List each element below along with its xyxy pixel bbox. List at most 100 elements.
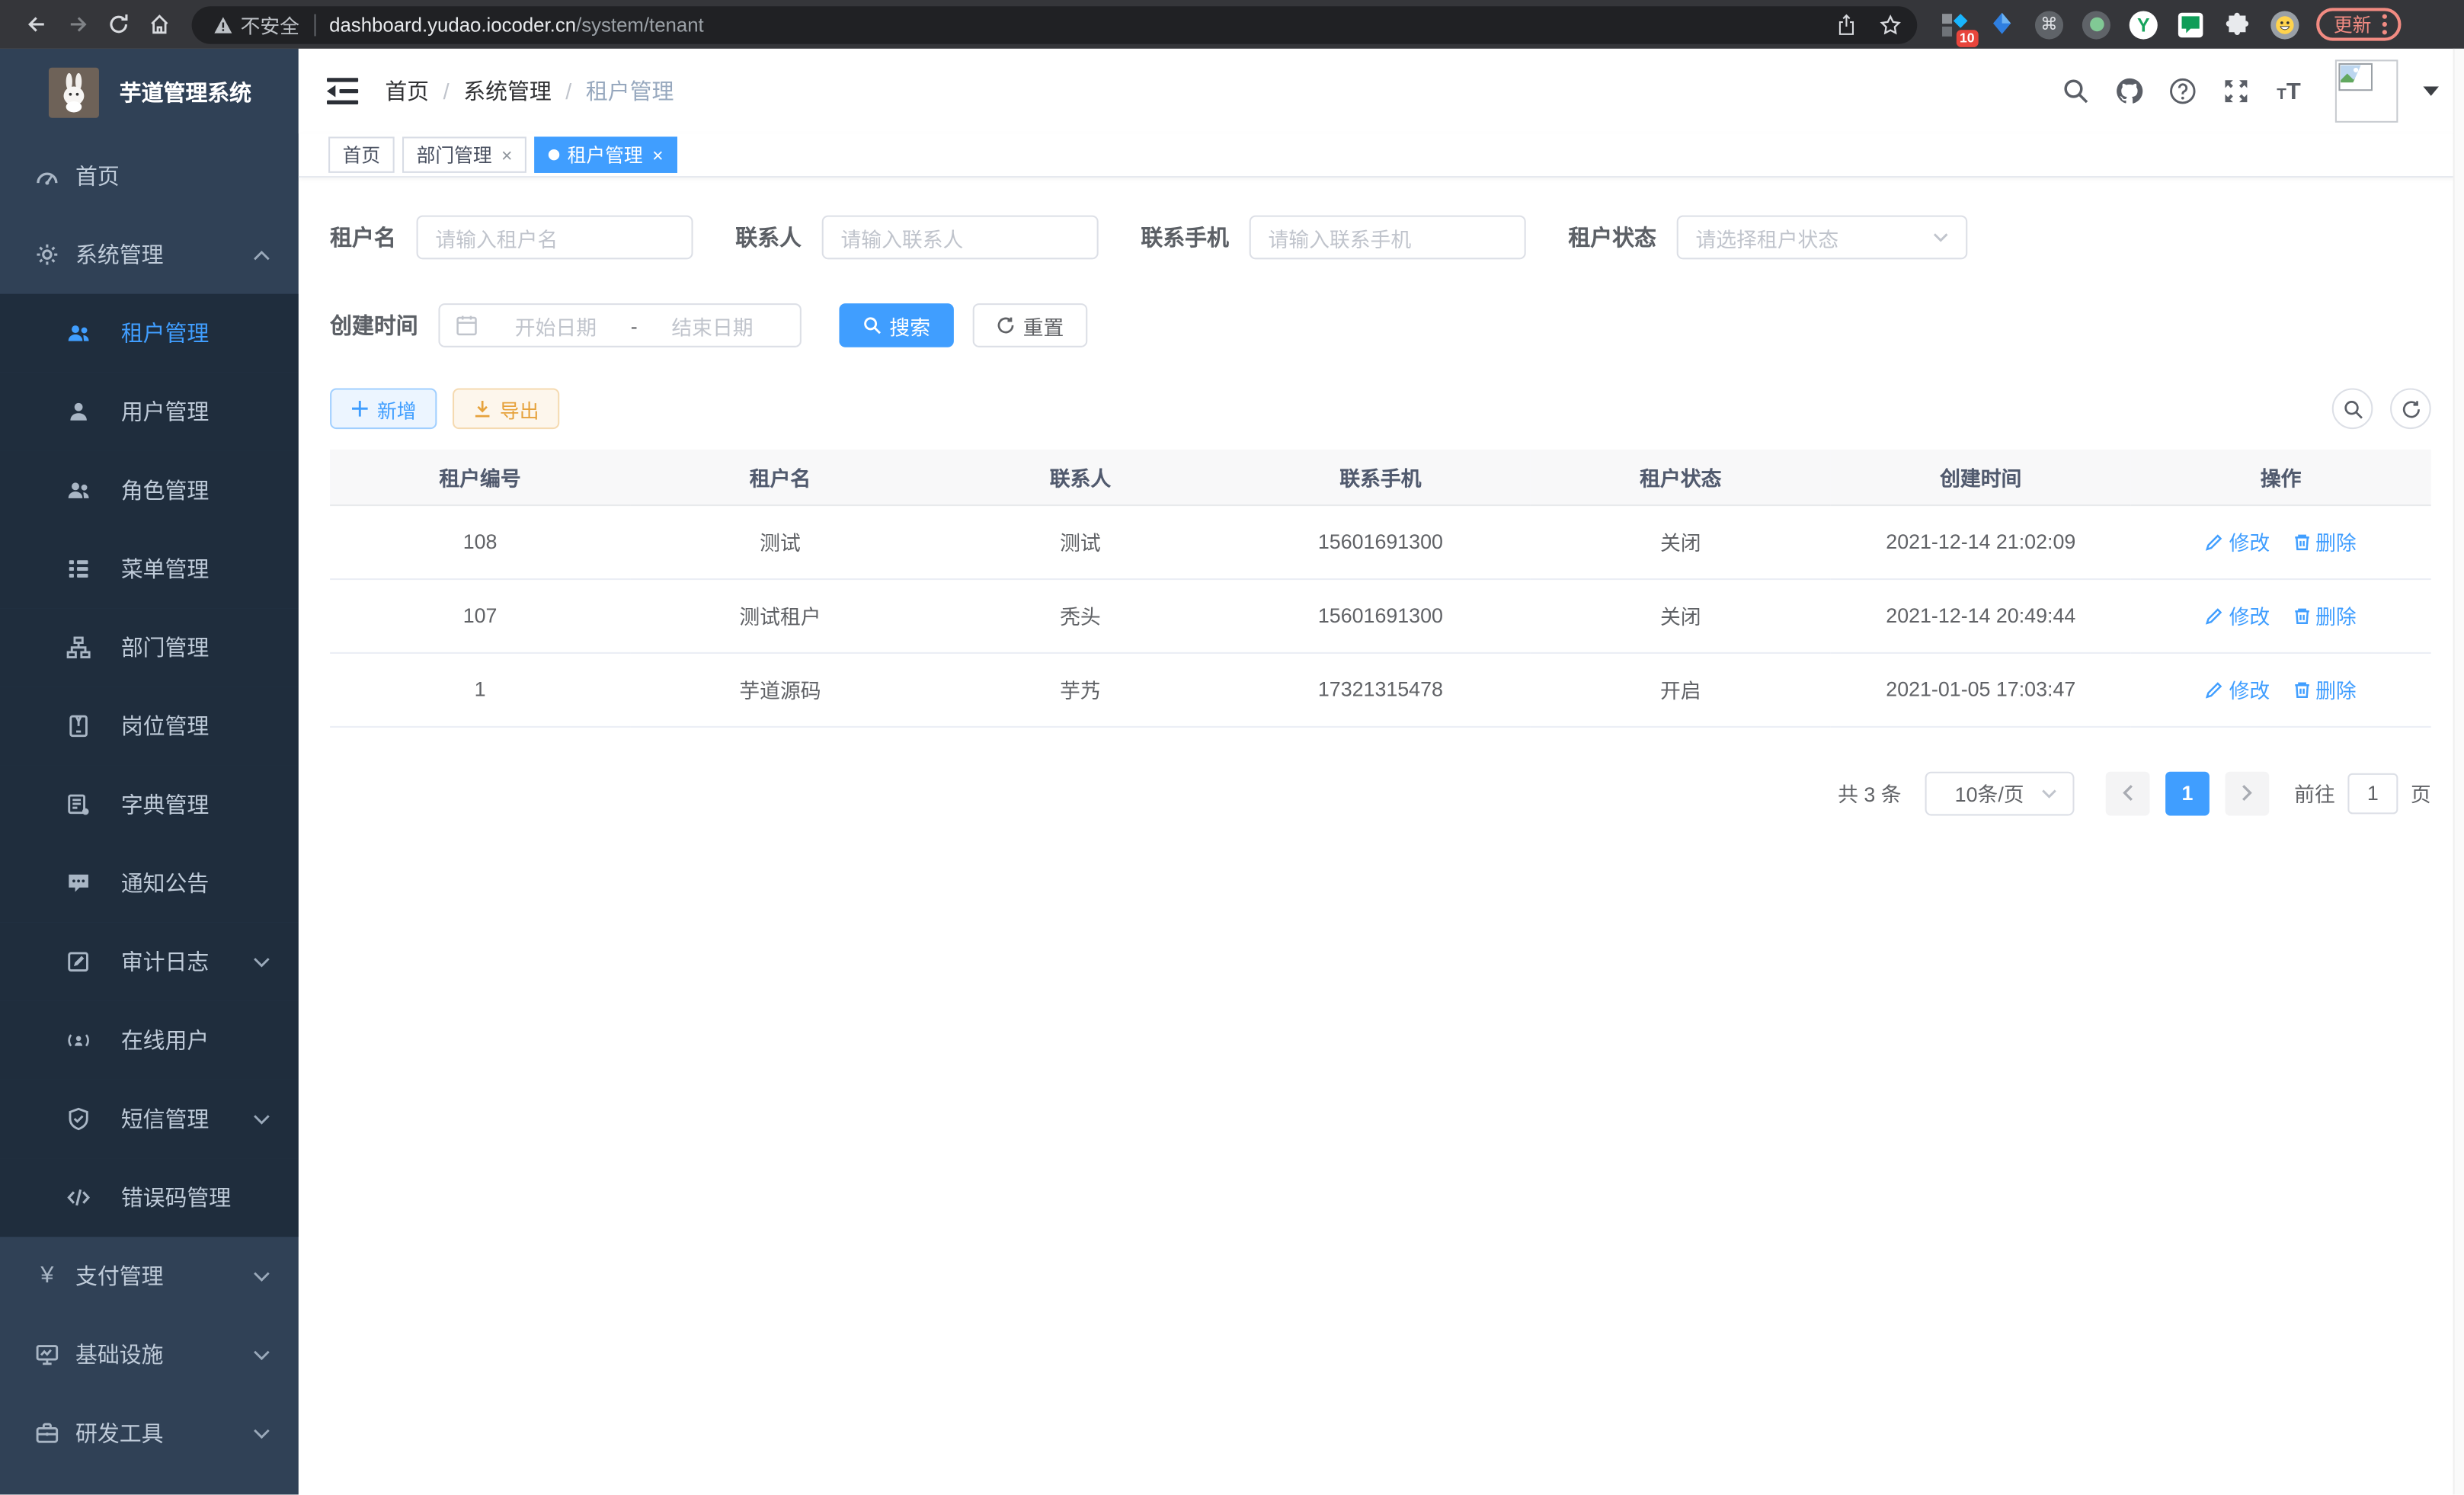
edit-link[interactable]: 修改	[2206, 674, 2270, 704]
home-icon[interactable]	[139, 5, 180, 43]
forward-icon[interactable]	[56, 5, 98, 43]
user-icon	[66, 399, 91, 424]
breadcrumb-item[interactable]: 首页	[385, 75, 429, 107]
chevron-down-icon	[1933, 232, 1949, 242]
extension-pixel-icon[interactable]: 10	[1939, 8, 1970, 40]
sidebar-item-sms[interactable]: 短信管理	[0, 1080, 299, 1158]
column-header: 租户编号	[330, 450, 630, 504]
sidebar-item-tenant[interactable]: 租户管理	[0, 294, 299, 373]
sidebar-menu: 首页系统管理租户管理用户管理角色管理菜单管理部门管理岗位管理字典管理通知公告审计…	[0, 136, 299, 1472]
edit-link[interactable]: 修改	[2206, 600, 2270, 630]
reload-icon[interactable]	[98, 5, 139, 43]
browser-menu-icon[interactable]	[2382, 14, 2387, 35]
cell-contact: 秃头	[930, 578, 1230, 652]
hamburger-fold-icon[interactable]	[327, 77, 358, 105]
sidebar-item-dict[interactable]: 字典管理	[0, 765, 299, 844]
scrollbar-track[interactable]	[2453, 49, 2464, 1495]
status-select[interactable]: 请选择租户状态	[1677, 216, 1968, 260]
extension-command-icon[interactable]: ⌘	[2034, 8, 2065, 40]
reset-button[interactable]: 重置	[973, 303, 1088, 347]
extension-recorder-icon[interactable]	[2081, 8, 2112, 40]
search-icon[interactable]	[2060, 76, 2090, 106]
cell-name: 芋道源码	[630, 652, 930, 726]
github-icon[interactable]	[2114, 76, 2143, 106]
sidebar-item-audit-log[interactable]: 审计日志	[0, 923, 299, 1001]
sidebar-item-menu[interactable]: 菜单管理	[0, 530, 299, 608]
tenant-name-input[interactable]: 请输入租户名	[417, 216, 693, 260]
show-search-toggle-icon[interactable]	[2332, 388, 2373, 429]
dashboard-icon	[34, 164, 59, 189]
close-icon[interactable]: ×	[501, 146, 512, 165]
sidebar-item-infra[interactable]: 基础设施	[0, 1315, 299, 1394]
contact-input[interactable]: 请输入联系人	[822, 216, 1099, 260]
breadcrumb-separator: /	[565, 78, 571, 104]
sms-shield-icon	[66, 1106, 91, 1132]
logo-image	[49, 68, 99, 118]
tag-item[interactable]: 部门管理×	[402, 136, 526, 172]
refresh-table-icon[interactable]	[2390, 388, 2431, 429]
navbar: 首页/系统管理/租户管理 TT	[299, 49, 2464, 133]
sidebar-item-user[interactable]: 用户管理	[0, 373, 299, 451]
sidebar-item-role[interactable]: 角色管理	[0, 451, 299, 530]
extension-chat-icon[interactable]	[2175, 8, 2206, 40]
breadcrumb-item[interactable]: 系统管理	[463, 75, 552, 107]
extension-yapi-icon[interactable]: Y	[2128, 8, 2159, 40]
date-range-input[interactable]: 开始日期 - 结束日期	[438, 303, 801, 347]
sidebar-item-pay[interactable]: ¥支付管理	[0, 1237, 299, 1315]
export-button[interactable]: 导出	[453, 388, 559, 429]
cell-name: 测试租户	[630, 578, 930, 652]
tag-active[interactable]: 租户管理 ×	[534, 136, 677, 172]
cell-status: 开启	[1531, 652, 1831, 726]
tag-item[interactable]: 首页	[328, 136, 395, 172]
sidebar: 芋道管理系统 首页系统管理租户管理用户管理角色管理菜单管理部门管理岗位管理字典管…	[0, 49, 299, 1495]
url-host: dashboard.yudao.iocoder.cn	[329, 14, 576, 36]
chevron-down-icon	[253, 1113, 270, 1124]
sidebar-item-system[interactable]: 系统管理	[0, 216, 299, 294]
back-icon[interactable]	[16, 5, 57, 43]
prev-page-button[interactable]	[2106, 771, 2150, 815]
close-icon[interactable]: ×	[652, 146, 663, 165]
mobile-input[interactable]: 请输入联系手机	[1250, 216, 1526, 260]
browser-update-button[interactable]: 更新	[2316, 8, 2401, 40]
extension-emoji-icon[interactable]	[2269, 8, 2300, 40]
edit-link[interactable]: 修改	[2206, 527, 2270, 556]
cell-created: 2021-01-05 17:03:47	[1831, 652, 2131, 726]
avatar[interactable]	[2335, 59, 2398, 123]
next-page-button[interactable]	[2225, 771, 2269, 815]
add-button[interactable]: 新增	[330, 388, 437, 429]
page-suffix-label: 页	[2411, 778, 2431, 808]
extension-kite-icon[interactable]	[1986, 8, 2018, 40]
sidebar-item-post[interactable]: 岗位管理	[0, 687, 299, 765]
cell-operations: 修改删除	[2131, 578, 2431, 652]
bookmark-star-icon[interactable]	[1880, 14, 1902, 36]
sidebar-item-online-user[interactable]: 在线用户	[0, 1001, 299, 1080]
gear-icon	[34, 242, 59, 267]
font-size-icon[interactable]: TT	[2274, 76, 2303, 106]
url-bar[interactable]: 不安全 dashboard.yudao.iocoder.cn/system/te…	[192, 5, 1918, 43]
tag-label: 租户管理	[568, 142, 643, 168]
page-number-button[interactable]: 1	[2165, 771, 2210, 815]
extension-puzzle-icon[interactable]	[2222, 8, 2253, 40]
fullscreen-icon[interactable]	[2220, 76, 2250, 106]
avatar-caret-icon[interactable]	[2423, 86, 2439, 95]
delete-link[interactable]: 删除	[2292, 527, 2357, 556]
sidebar-item-error-code[interactable]: 错误码管理	[0, 1158, 299, 1237]
delete-link[interactable]: 删除	[2292, 600, 2357, 630]
date-separator: -	[628, 313, 641, 337]
share-icon[interactable]	[1835, 14, 1858, 36]
security-warning[interactable]: 不安全	[214, 9, 299, 39]
help-icon[interactable]	[2167, 76, 2197, 106]
search-button[interactable]: 搜索	[839, 303, 954, 347]
contact-label: 联系人	[735, 222, 802, 253]
sidebar-logo-row[interactable]: 芋道管理系统	[0, 49, 299, 137]
pagination: 共 3 条 10条/页 1 前往 1 页	[330, 771, 2431, 815]
goto-page-input[interactable]: 1	[2347, 773, 2398, 814]
chevron-down-icon	[253, 1428, 270, 1439]
page-size-select[interactable]: 10条/页	[1925, 771, 2074, 815]
sidebar-item-dept[interactable]: 部门管理	[0, 608, 299, 687]
sidebar-item-devtools[interactable]: 研发工具	[0, 1394, 299, 1472]
sidebar-item-label: 字典管理	[121, 789, 210, 820]
delete-link[interactable]: 删除	[2292, 674, 2357, 704]
sidebar-item-home[interactable]: 首页	[0, 136, 299, 215]
sidebar-item-notice[interactable]: 通知公告	[0, 844, 299, 923]
